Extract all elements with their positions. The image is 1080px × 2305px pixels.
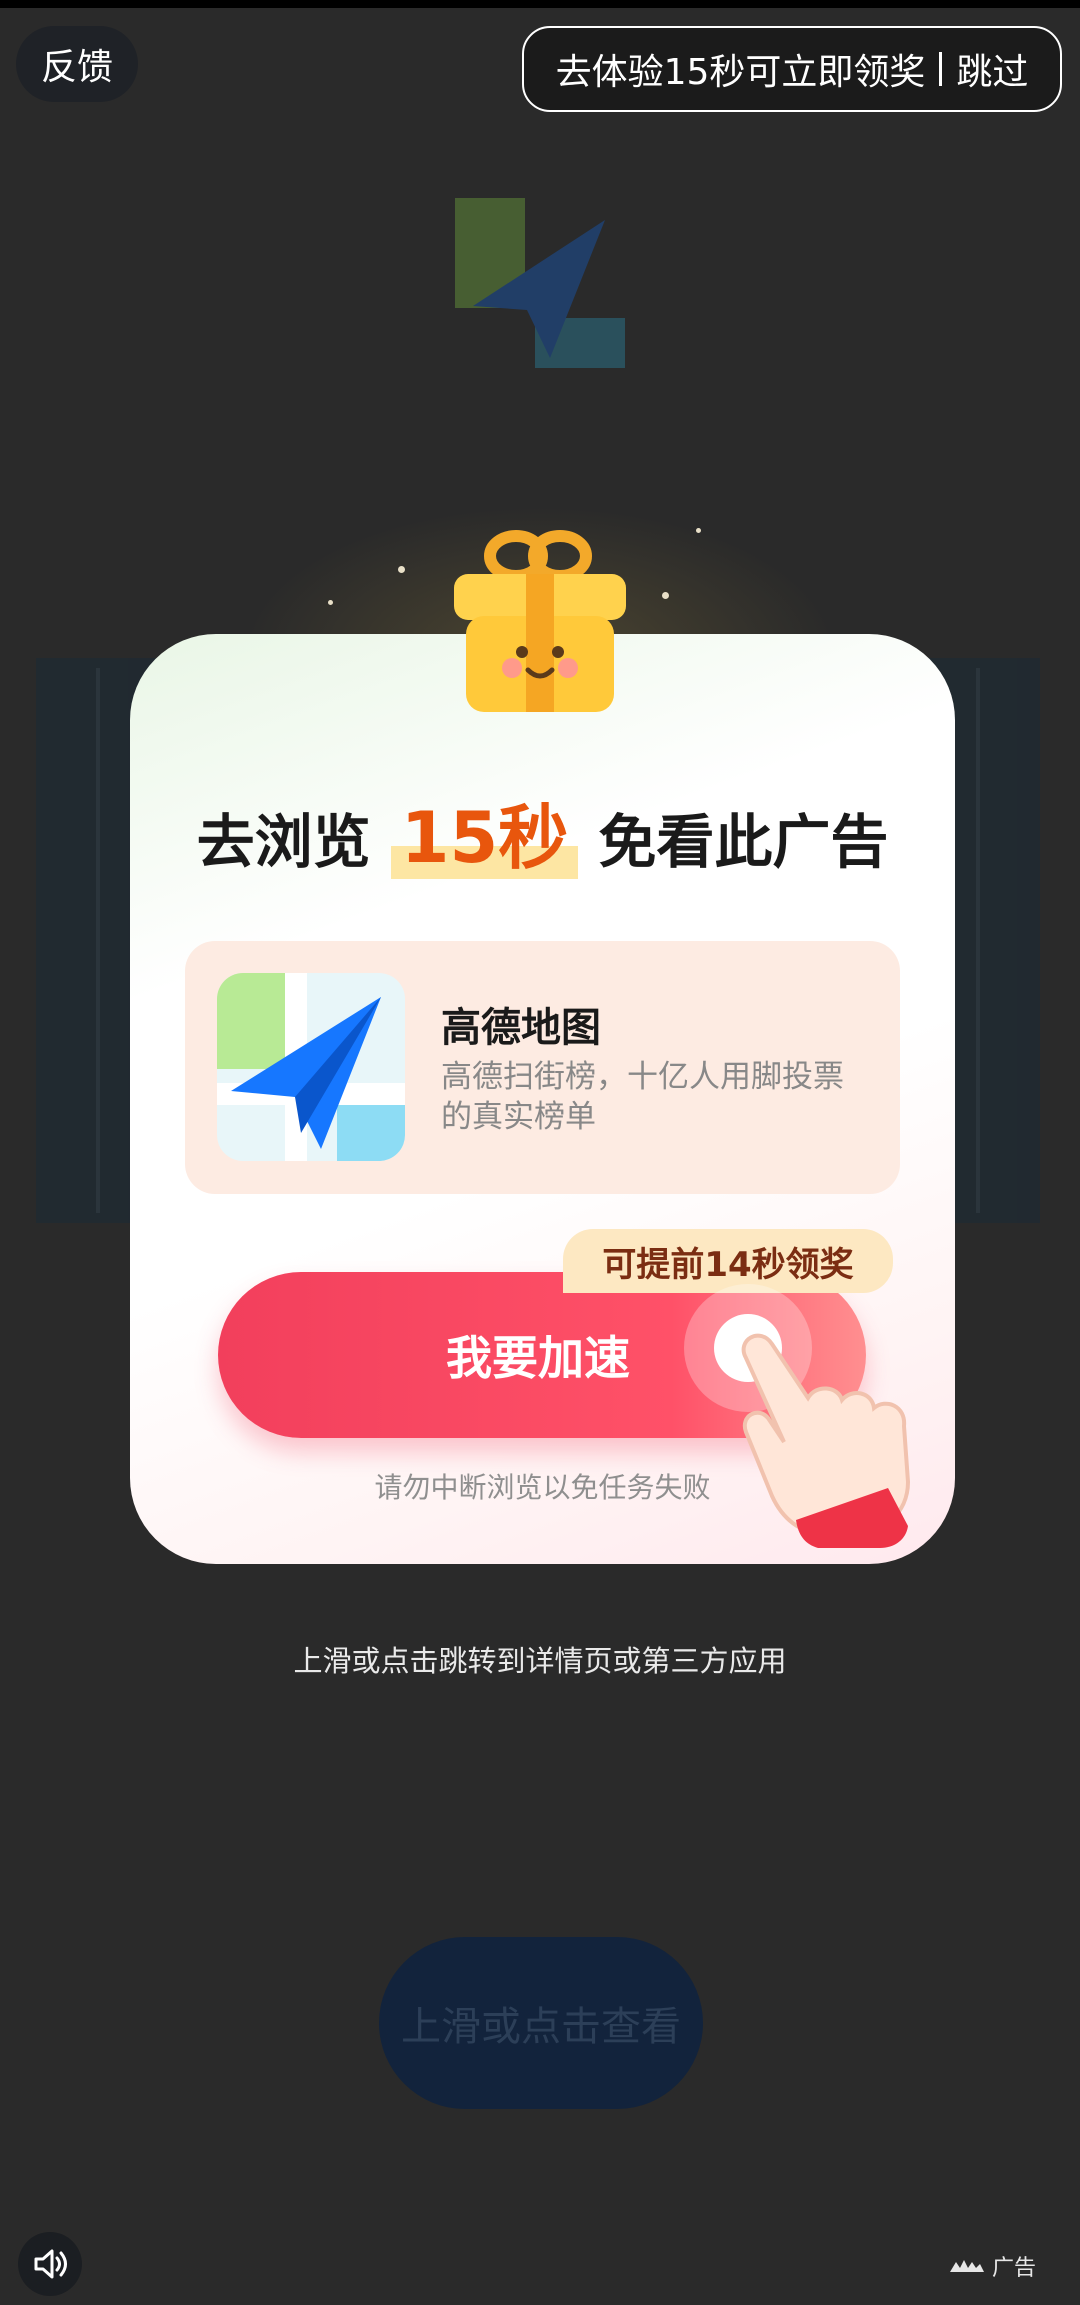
app-name: 高德地图	[441, 1005, 601, 1051]
paper-plane-icon	[217, 973, 405, 1161]
feedback-button[interactable]: 反馈	[16, 26, 138, 102]
speaker-icon	[34, 2249, 67, 2279]
app-description: 高德扫街榜，十亿人用脚投票的真实榜单	[441, 1059, 844, 1135]
ad-text: 广告	[992, 2256, 1037, 2281]
dialog-title: 去浏览 15秒 免看此广告	[130, 782, 955, 883]
sound-toggle[interactable]	[18, 2232, 82, 2296]
skip-label: 跳过	[956, 52, 1029, 93]
sparkle	[328, 600, 333, 605]
skip-countdown-text: 去体验15秒可立即领奖	[555, 52, 926, 93]
pointing-hand-icon	[684, 1284, 911, 1548]
view-button-label: 上滑或点击查看	[401, 2004, 681, 2050]
title-suffix: 免看此广告	[598, 808, 889, 876]
sparkle	[398, 566, 405, 573]
feedback-label: 反馈	[40, 47, 113, 88]
gift-box-icon	[454, 530, 626, 712]
sparkle	[696, 528, 701, 533]
view-button[interactable]: 上滑或点击查看	[379, 1937, 703, 2109]
sparkle	[662, 592, 669, 599]
top-status-strip	[0, 0, 1080, 8]
app-card[interactable]: 高德地图 高德扫街榜，十亿人用脚投票的真实榜单	[185, 941, 900, 1194]
ad-label: 广告	[950, 2250, 1036, 2282]
speed-up-label: 我要加速	[446, 1331, 630, 1385]
skip-divider	[939, 52, 943, 86]
title-prefix: 去浏览	[196, 808, 371, 876]
skip-button[interactable]: 去体验15秒可立即领奖 跳过	[522, 26, 1062, 112]
background-app-logo	[455, 198, 625, 368]
title-seconds: 15秒	[390, 797, 579, 879]
ad-network-logo-icon	[950, 2260, 984, 2272]
jump-hint: 上滑或点击跳转到详情页或第三方应用	[293, 1644, 787, 1678]
